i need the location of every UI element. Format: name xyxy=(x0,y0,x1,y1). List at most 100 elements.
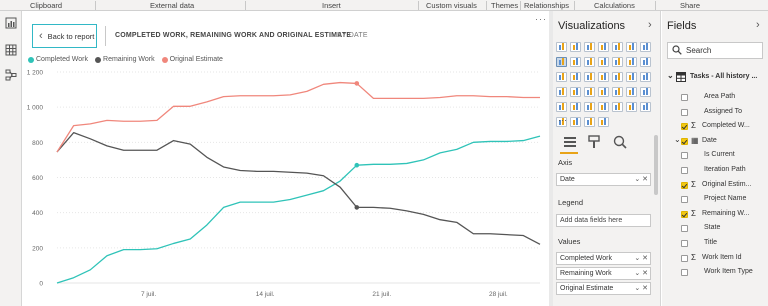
field-item[interactable]: Σ Original Estim... xyxy=(665,179,768,193)
visual-type-icon[interactable] xyxy=(598,42,609,52)
values-field[interactable]: Remaining Work ⌄ ✕ xyxy=(556,267,651,280)
visual-type-icon[interactable] xyxy=(640,102,651,112)
field-item[interactable]: ⌄ ▦ Date xyxy=(665,135,768,149)
pane-scrollbar[interactable] xyxy=(654,135,658,195)
visual-type-icon[interactable] xyxy=(598,102,609,112)
ribbon-calculations[interactable]: Calculations xyxy=(594,1,635,10)
values-field[interactable]: Completed Work ⌄ ✕ xyxy=(556,252,651,265)
field-item[interactable]: Project Name xyxy=(665,193,768,207)
chevron-right-icon[interactable]: › xyxy=(648,19,652,31)
field-item[interactable]: Σ Completed W... xyxy=(665,120,768,134)
visual-type-icon[interactable] xyxy=(584,102,595,112)
field-item[interactable]: State xyxy=(665,222,768,236)
ribbon-custom-visuals[interactable]: Custom visuals xyxy=(426,1,477,10)
field-dropdown-remove-icon[interactable]: ⌄ ✕ xyxy=(634,283,648,294)
field-checkbox[interactable] xyxy=(681,123,688,131)
table-row-tasks[interactable]: ⌄ Tasks - All history ... xyxy=(665,71,768,85)
visual-type-icon[interactable] xyxy=(612,42,623,52)
values-well-label: Values xyxy=(558,237,581,246)
fields-search-input[interactable]: Search xyxy=(667,42,763,59)
field-item[interactable]: Area Path xyxy=(665,91,768,105)
visual-type-icon[interactable] xyxy=(570,72,581,82)
visual-type-icon[interactable] xyxy=(570,102,581,112)
visual-type-icon[interactable] xyxy=(570,87,581,97)
field-checkbox[interactable] xyxy=(681,269,688,277)
field-item[interactable]: Title xyxy=(665,237,768,251)
visual-type-icon[interactable] xyxy=(598,87,609,97)
ribbon-relationships[interactable]: Relationships xyxy=(524,1,569,10)
field-checkbox[interactable] xyxy=(681,108,688,116)
visual-type-icon[interactable] xyxy=(626,42,637,52)
field-checkbox[interactable] xyxy=(681,240,688,247)
visual-type-icon[interactable] xyxy=(556,72,567,82)
field-checkbox[interactable] xyxy=(681,196,688,204)
axis-field[interactable]: Date ⌄ ✕ xyxy=(556,173,651,186)
visual-type-icon[interactable] xyxy=(584,117,595,127)
visual-type-icon[interactable] xyxy=(640,42,651,52)
ribbon-insert[interactable]: Insert xyxy=(322,1,341,10)
visual-type-icon[interactable] xyxy=(584,72,595,82)
report-view-icon[interactable] xyxy=(5,17,17,29)
visual-type-icon[interactable] xyxy=(584,42,595,52)
visual-type-icon[interactable] xyxy=(556,42,567,52)
visual-type-icon[interactable] xyxy=(584,57,595,67)
field-dropdown-remove-icon[interactable]: ⌄ ✕ xyxy=(634,174,648,185)
visual-type-icon[interactable] xyxy=(584,87,595,97)
values-field[interactable]: Original Estimate ⌄ ✕ xyxy=(556,282,651,295)
field-item[interactable]: Σ Remaining W... xyxy=(665,208,768,222)
visual-type-icon[interactable] xyxy=(570,117,581,127)
field-item[interactable]: Is Current xyxy=(665,149,768,163)
field-checkbox[interactable] xyxy=(681,152,688,160)
field-checkbox[interactable] xyxy=(681,167,688,174)
format-paint-icon[interactable] xyxy=(587,135,601,149)
visual-type-icon[interactable] xyxy=(640,57,651,67)
analytics-icon[interactable] xyxy=(613,135,627,149)
field-item[interactable]: Iteration Path xyxy=(665,164,768,178)
visual-type-icon[interactable] xyxy=(556,87,567,97)
field-checkbox[interactable] xyxy=(681,181,688,189)
visual-type-icon[interactable] xyxy=(598,117,609,127)
field-checkbox[interactable] xyxy=(681,254,688,262)
field-item[interactable]: Assigned To xyxy=(665,106,768,120)
ribbon-themes[interactable]: Themes xyxy=(491,1,518,10)
visual-type-icon[interactable] xyxy=(612,87,623,97)
visual-type-icon[interactable] xyxy=(598,72,609,82)
data-view-icon[interactable] xyxy=(5,44,17,56)
fields-tab-icon[interactable] xyxy=(563,135,577,149)
field-checkbox[interactable] xyxy=(681,225,688,233)
relationships-view-icon[interactable] xyxy=(5,69,17,81)
visual-type-icon[interactable] xyxy=(626,72,637,82)
field-checkbox[interactable] xyxy=(681,210,688,218)
visual-type-icon[interactable] xyxy=(570,57,581,67)
visual-type-icon[interactable] xyxy=(626,57,637,67)
field-dropdown-remove-icon[interactable]: ⌄ ✕ xyxy=(634,253,648,264)
line-chart[interactable]: 0 200 400 600 800 1 000 1 200 7 juil. 14 juil. 21… xyxy=(22,11,549,306)
more-visuals-icon[interactable]: ··· xyxy=(558,115,567,125)
field-item[interactable]: Work Item Type xyxy=(665,266,768,280)
visual-type-icon[interactable] xyxy=(612,57,623,67)
legend-drop-placeholder: Add data fields here xyxy=(560,217,623,224)
ribbon-external-data[interactable]: External data xyxy=(150,1,194,10)
chevron-right-icon[interactable]: › xyxy=(756,19,760,31)
ribbon-clipboard[interactable]: Clipboard xyxy=(30,1,62,10)
visual-type-icon[interactable] xyxy=(640,72,651,82)
visual-type-icon[interactable] xyxy=(570,42,581,52)
y-tick-label: 200 xyxy=(32,245,43,252)
visual-type-icon[interactable] xyxy=(556,102,567,112)
visual-type-icon[interactable] xyxy=(612,72,623,82)
visual-type-icon[interactable] xyxy=(626,102,637,112)
ribbon-share[interactable]: Share xyxy=(680,1,700,10)
field-dropdown-remove-icon[interactable]: ⌄ ✕ xyxy=(634,268,648,279)
field-checkbox[interactable] xyxy=(681,94,688,101)
visual-type-icon[interactable] xyxy=(598,57,609,67)
visual-type-icon[interactable] xyxy=(556,57,567,67)
field-checkbox[interactable] xyxy=(681,137,688,145)
field-item[interactable]: Σ Work Item Id xyxy=(665,252,768,266)
visual-type-icon[interactable] xyxy=(626,87,637,97)
series-line-completed-work xyxy=(56,135,541,284)
legend-drop-zone[interactable]: Add data fields here xyxy=(556,214,651,227)
chevron-down-icon[interactable]: ⌄ xyxy=(674,135,681,144)
fields-pane: Fields › Search ⌄ Tasks - All history ..… xyxy=(662,11,768,306)
visual-type-icon[interactable] xyxy=(612,102,623,112)
visual-type-icon[interactable] xyxy=(640,87,651,97)
